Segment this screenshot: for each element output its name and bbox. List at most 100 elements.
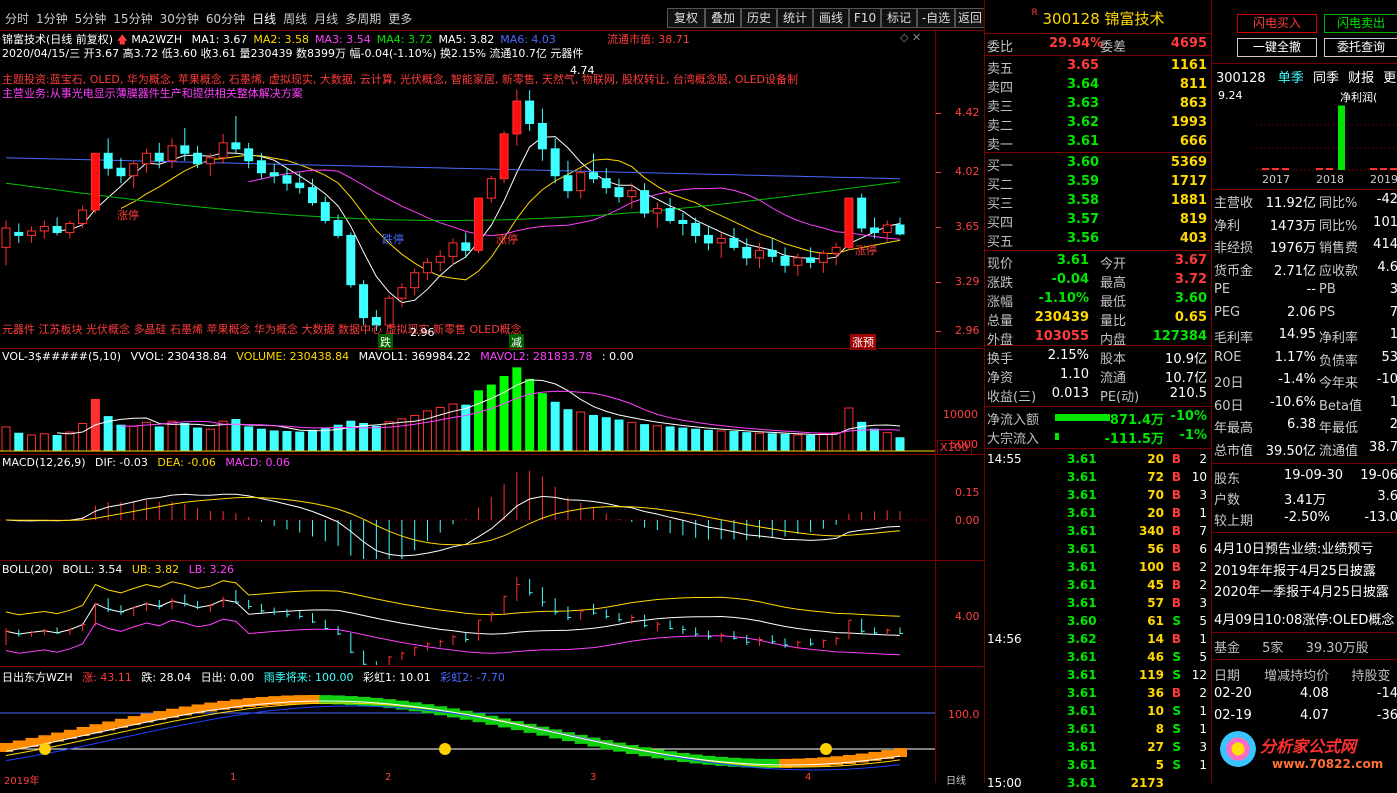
toolbar-button-0[interactable]: 复权: [667, 8, 705, 28]
tick-time: 14:55: [987, 452, 1022, 466]
volume-bar: [308, 429, 318, 452]
volume-bar: [180, 422, 190, 452]
candle-body: [129, 163, 139, 177]
candle-body: [103, 152, 113, 169]
sun-block: [280, 695, 294, 705]
buy-price: 3.58: [1067, 193, 1100, 208]
tab-4[interactable]: 30分钟: [160, 12, 199, 26]
toolbar-button-5[interactable]: F10: [849, 8, 881, 28]
tab-report[interactable]: 财报: [1348, 71, 1374, 86]
sun-chart[interactable]: [0, 683, 935, 771]
buy-vol: 1881: [1170, 193, 1207, 208]
volume-bar: [640, 424, 650, 452]
tick-price: 3.61: [1067, 506, 1097, 520]
volume-bar: [614, 419, 624, 452]
news-item-0[interactable]: 4月10日预告业绩:业绩预亏: [1214, 538, 1397, 557]
tab-same-quarter[interactable]: 同季: [1313, 71, 1339, 86]
news-item-1[interactable]: 2019年年报于4月25日披露: [1214, 560, 1397, 579]
flash-buy-button[interactable]: 闪电买入: [1237, 14, 1317, 33]
tick-vol: 100: [1138, 560, 1164, 574]
tick-count: 2: [1199, 560, 1207, 574]
tab-0[interactable]: 分时: [5, 12, 29, 26]
tab-3[interactable]: 15分钟: [113, 12, 152, 26]
f10-tabs: 300128 单季 同季 财报 更多: [1216, 67, 1397, 86]
sell-row-3[interactable]: 卖二 3.62 1993: [985, 114, 1209, 134]
flow-value: -111.5万: [1104, 432, 1164, 447]
f10-value2: 53: [1381, 349, 1397, 365]
tab-more[interactable]: 更多: [1383, 71, 1397, 86]
vol-title: VOL-3$#####(5,10): [2, 350, 122, 363]
toolbar-button-4[interactable]: 画线: [813, 8, 849, 28]
cancel-query-button[interactable]: 委托查询: [1324, 38, 1397, 57]
profit-bar: [1370, 168, 1377, 170]
candle-body: [359, 284, 369, 319]
tick-row-0: 14:55 3.61 20 B 2: [985, 451, 1209, 469]
toolbar-button-2[interactable]: 历史: [741, 8, 777, 28]
candle-body: [665, 208, 675, 222]
flash-sell-button[interactable]: 闪电卖出: [1324, 14, 1397, 33]
tab-9[interactable]: 多周期: [345, 12, 381, 26]
volume-chart[interactable]: [0, 365, 935, 453]
toolbar-button-6[interactable]: 标记: [881, 8, 917, 28]
tick-bs: S: [1172, 722, 1181, 736]
date-axis: 2019年 1 2 3 4 日线: [0, 772, 985, 787]
tab-7[interactable]: 周线: [283, 12, 307, 26]
candle-body: [627, 190, 637, 198]
profit-bar: [1282, 168, 1289, 170]
tick-row-12: 3.61 119 S 12: [985, 667, 1209, 685]
buy-row-4[interactable]: 买五 3.56 403: [985, 230, 1209, 250]
volume-bar: [14, 432, 24, 452]
news-item-3[interactable]: 4月09日10:08涨停:OLED概念: [1214, 609, 1397, 628]
buy-row-0[interactable]: 买一 3.60 5369: [985, 154, 1209, 174]
sell-label: 卖三: [987, 100, 1014, 115]
macd-chart[interactable]: [0, 470, 935, 559]
tab-6[interactable]: 日线: [252, 12, 276, 26]
cancel-all-button[interactable]: 一键全撤: [1237, 38, 1317, 57]
f10-label2: 销售费: [1319, 241, 1359, 256]
tab-5[interactable]: 60分钟: [206, 12, 245, 26]
f10-value2: 38.7: [1369, 439, 1397, 455]
toolbar-button-1[interactable]: 叠加: [705, 8, 741, 28]
candle-body: [486, 178, 496, 199]
volume-bar: [78, 422, 88, 452]
tick-row-3: 3.61 20 B 1: [985, 505, 1209, 523]
stat-label: 总量: [987, 314, 1014, 329]
macd-value: MACD: 0.06: [225, 456, 290, 469]
watermark-url: www.70822.com: [1272, 757, 1384, 771]
candle-body: [767, 249, 777, 257]
candle-body: [525, 100, 535, 124]
tab-2[interactable]: 5分钟: [75, 12, 107, 26]
tab-1[interactable]: 1分钟: [36, 12, 68, 26]
toolbar-button-8[interactable]: 返回: [955, 8, 985, 28]
sell-row-1[interactable]: 卖四 3.64 811: [985, 76, 1209, 96]
toolbar-button-3[interactable]: 统计: [777, 8, 813, 28]
sell-row-2[interactable]: 卖三 3.63 863: [985, 95, 1209, 115]
candle-body: [793, 257, 803, 266]
kline-chart[interactable]: [0, 90, 940, 348]
news-item-2[interactable]: 2020年一季报于4月25日披露: [1214, 581, 1397, 600]
buy-row-1[interactable]: 买二 3.59 1717: [985, 173, 1209, 193]
tab-single-quarter[interactable]: 单季: [1278, 71, 1304, 86]
candle-body: [346, 234, 356, 286]
holder-label: 户数: [1214, 493, 1241, 508]
volume-bar: [512, 367, 522, 452]
volume-bar: [244, 426, 254, 452]
f10-label: 毛利率: [1214, 331, 1254, 346]
chart-settings-icons[interactable]: ◇ ✕: [900, 31, 921, 44]
stat-value: -0.04: [1051, 272, 1089, 287]
date-tick-2: 2: [385, 772, 392, 783]
candle-body: [295, 182, 305, 189]
sell-row-0[interactable]: 卖五 3.65 1161: [985, 57, 1209, 77]
tab-10[interactable]: 更多: [388, 12, 412, 26]
tick-price: 3.60: [1067, 614, 1097, 628]
sell-row-4[interactable]: 卖一 3.61 666: [985, 133, 1209, 153]
buy-row-2[interactable]: 买三 3.58 1881: [985, 192, 1209, 212]
buy-row-3[interactable]: 买四 3.57 819: [985, 211, 1209, 231]
volume-bar: [703, 429, 713, 452]
stat-value2: 3.60: [1174, 291, 1207, 306]
toolbar-button-7[interactable]: -自选: [917, 8, 955, 28]
sep-boll: [0, 666, 985, 667]
ub-value: UB: 3.82: [131, 563, 180, 576]
tab-8[interactable]: 月线: [314, 12, 338, 26]
boll-chart[interactable]: [0, 577, 935, 665]
